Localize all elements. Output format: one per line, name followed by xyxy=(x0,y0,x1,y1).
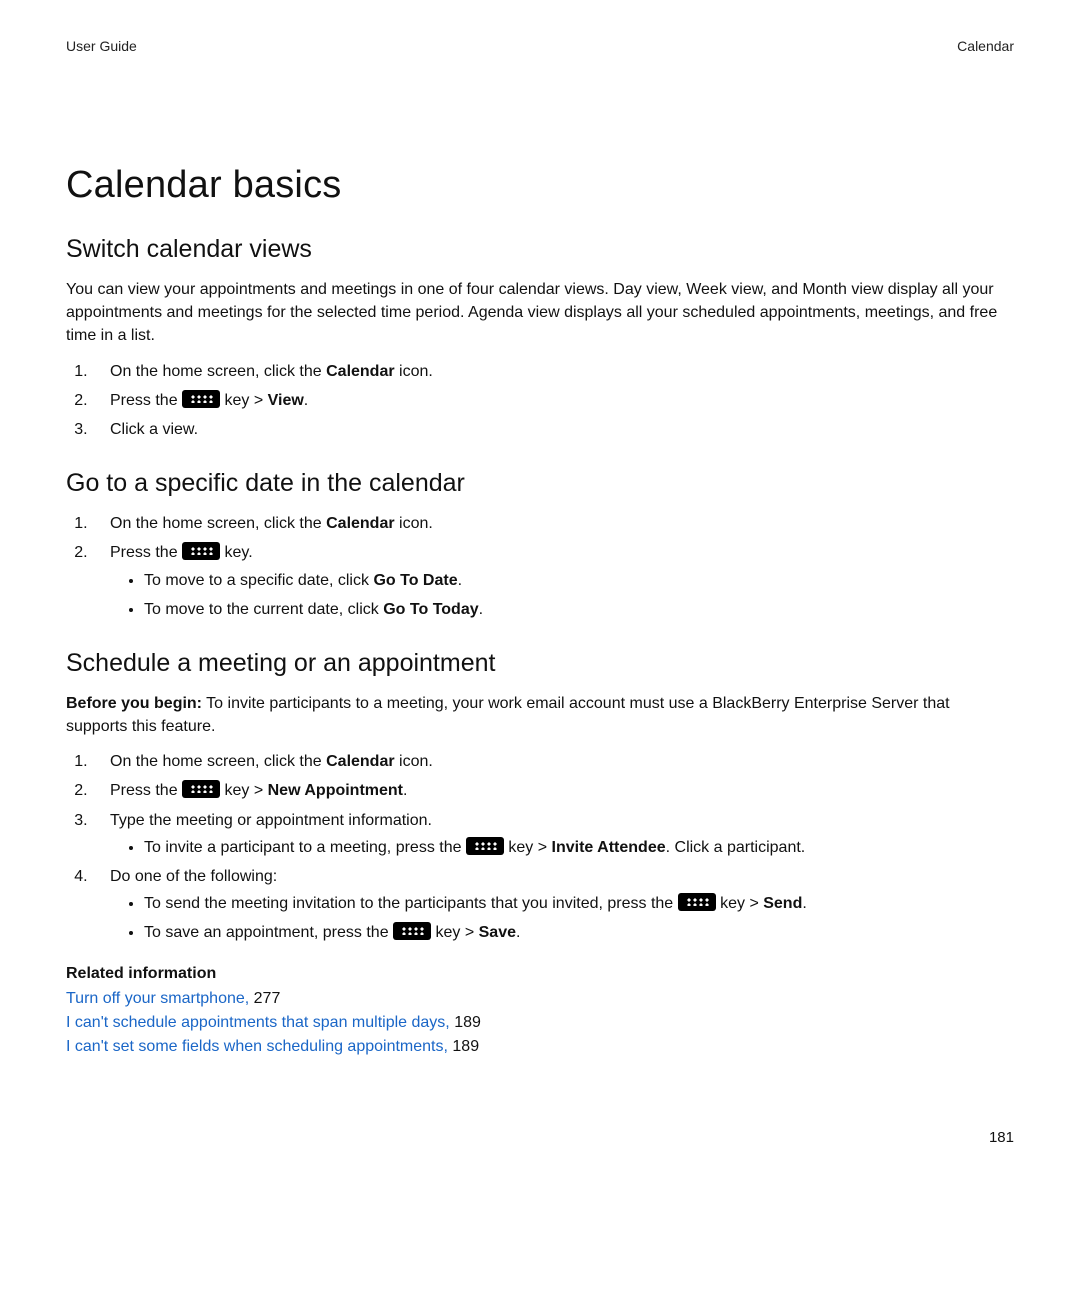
text-bold: Before you begin: xyxy=(66,695,202,712)
list-item: Do one of the following: To send the mee… xyxy=(92,865,1014,945)
text: icon. xyxy=(395,515,433,532)
header-left: User Guide xyxy=(66,38,137,54)
text: key > xyxy=(716,895,764,912)
goto-date-substeps: To move to a specific date, click Go To … xyxy=(110,569,1014,621)
text: key. xyxy=(220,544,253,561)
text: On the home screen, click the xyxy=(110,753,326,770)
related-link[interactable]: I can't set some fields when scheduling … xyxy=(66,1038,448,1055)
related-link[interactable]: I can't schedule appointments that span … xyxy=(66,1014,450,1031)
list-item: Press the key > New Appointment. xyxy=(92,779,1014,802)
text: To move to a specific date, click xyxy=(144,572,373,589)
text: To invite a participant to a meeting, pr… xyxy=(144,839,466,856)
text-bold: Go To Date xyxy=(373,572,457,589)
text: . xyxy=(516,924,520,941)
page-header: User Guide Calendar xyxy=(66,38,1014,54)
text: On the home screen, click the xyxy=(110,515,326,532)
list-item: To send the meeting invitation to the pa… xyxy=(144,892,1014,915)
text-bold: View xyxy=(268,392,304,409)
text-bold: New Appointment xyxy=(268,782,403,799)
related-page-number: 189 xyxy=(452,1038,479,1055)
header-right: Calendar xyxy=(957,38,1014,54)
list-item: On the home screen, click the Calendar i… xyxy=(92,360,1014,383)
section-heading-goto-date: Go to a specific date in the calendar xyxy=(66,469,1014,498)
text: Type the meeting or appointment informat… xyxy=(110,812,432,829)
related-information-heading: Related information xyxy=(66,965,1014,983)
related-page-number: 189 xyxy=(454,1014,481,1031)
schedule-step3-sub: To invite a participant to a meeting, pr… xyxy=(110,836,1014,859)
text-bold: Invite Attendee xyxy=(552,839,666,856)
text: . Click a participant. xyxy=(666,839,806,856)
text: Press the xyxy=(110,392,182,409)
menu-key-icon xyxy=(182,780,220,798)
menu-key-icon xyxy=(678,893,716,911)
menu-key-icon xyxy=(182,390,220,408)
related-link-line: Turn off your smartphone, 277 xyxy=(66,987,1014,1011)
related-link-line: I can't set some fields when scheduling … xyxy=(66,1035,1014,1059)
schedule-before: Before you begin: To invite participants… xyxy=(66,692,1014,738)
page: User Guide Calendar Calendar basics Swit… xyxy=(0,0,1080,1296)
text-bold: Save xyxy=(479,924,516,941)
list-item: To move to the current date, click Go To… xyxy=(144,598,1014,621)
text: Press the xyxy=(110,782,182,799)
text: icon. xyxy=(395,753,433,770)
text: . xyxy=(479,601,483,618)
list-item: Type the meeting or appointment informat… xyxy=(92,809,1014,859)
section-heading-schedule: Schedule a meeting or an appointment xyxy=(66,649,1014,678)
schedule-step4-sub: To send the meeting invitation to the pa… xyxy=(110,892,1014,944)
switch-views-intro: You can view your appointments and meeti… xyxy=(66,278,1014,348)
goto-date-steps: On the home screen, click the Calendar i… xyxy=(66,512,1014,621)
text: To send the meeting invitation to the pa… xyxy=(144,895,678,912)
page-title: Calendar basics xyxy=(66,164,1014,207)
text: . xyxy=(304,392,308,409)
text-bold: Send xyxy=(763,895,802,912)
section-heading-switch-views: Switch calendar views xyxy=(66,235,1014,264)
text-bold: Calendar xyxy=(326,753,394,770)
text: To move to the current date, click xyxy=(144,601,383,618)
related-link-line: I can't schedule appointments that span … xyxy=(66,1011,1014,1035)
text: . xyxy=(458,572,462,589)
text: . xyxy=(403,782,407,799)
list-item: Press the key. To move to a specific dat… xyxy=(92,541,1014,621)
text-bold: Go To Today xyxy=(383,601,478,618)
menu-key-icon xyxy=(466,837,504,855)
text: key > xyxy=(431,924,479,941)
text: icon. xyxy=(395,363,433,380)
switch-views-steps: On the home screen, click the Calendar i… xyxy=(66,360,1014,442)
list-item: To save an appointment, press the key > … xyxy=(144,921,1014,944)
text: key > xyxy=(504,839,552,856)
related-link[interactable]: Turn off your smartphone, xyxy=(66,990,249,1007)
menu-key-icon xyxy=(393,922,431,940)
menu-key-icon xyxy=(182,542,220,560)
related-page-number: 277 xyxy=(254,990,281,1007)
list-item: To move to a specific date, click Go To … xyxy=(144,569,1014,592)
list-item: Press the key > View. xyxy=(92,389,1014,412)
text: Press the xyxy=(110,544,182,561)
page-number: 181 xyxy=(989,1129,1014,1146)
text-bold: Calendar xyxy=(326,363,394,380)
text: key > xyxy=(220,392,268,409)
text: On the home screen, click the xyxy=(110,363,326,380)
text: . xyxy=(802,895,806,912)
text: To save an appointment, press the xyxy=(144,924,393,941)
list-item: On the home screen, click the Calendar i… xyxy=(92,750,1014,773)
text: Do one of the following: xyxy=(110,868,277,885)
list-item: On the home screen, click the Calendar i… xyxy=(92,512,1014,535)
text: key > xyxy=(220,782,268,799)
list-item: Click a view. xyxy=(92,418,1014,441)
list-item: To invite a participant to a meeting, pr… xyxy=(144,836,1014,859)
text-bold: Calendar xyxy=(326,515,394,532)
schedule-steps: On the home screen, click the Calendar i… xyxy=(66,750,1014,944)
